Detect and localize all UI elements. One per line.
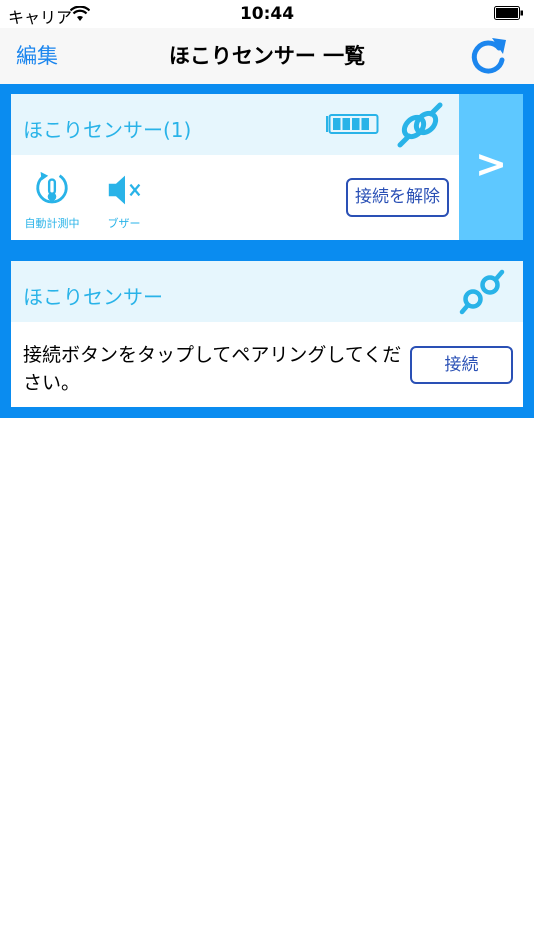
- device-list: ほこりセンサー(1) 自動計測中 ブザー 接続を解除 > ほこりセンサー 接続ボ…: [0, 84, 534, 418]
- device-detail-button[interactable]: >: [459, 94, 523, 240]
- device-name: ほこりセンサー: [23, 285, 163, 309]
- chevron-right-icon: >: [475, 142, 507, 186]
- device-card-unpaired: ほこりセンサー 接続ボタンをタップしてペアリングしてください。 接続: [11, 261, 523, 407]
- clock: 10:44: [239, 4, 295, 24]
- auto-measure-label: 自動計測中: [24, 217, 80, 230]
- disconnect-button[interactable]: 接続を解除: [346, 178, 449, 217]
- device-card-header: ほこりセンサー(1): [11, 94, 459, 155]
- navigation-bar: 編集 ほこりセンサー 一覧: [0, 28, 534, 84]
- refresh-icon[interactable]: [466, 34, 510, 78]
- buzzer-label: ブザー: [107, 217, 141, 230]
- buzzer-muted-icon[interactable]: [105, 172, 145, 208]
- device-name: ほこりセンサー(1): [23, 118, 192, 142]
- disconnected-link-icon: [459, 269, 505, 315]
- pairing-instruction: 接続ボタンをタップしてペアリングしてください。: [23, 344, 402, 394]
- connect-button[interactable]: 接続: [410, 346, 513, 384]
- device-card-connected: ほこりセンサー(1) 自動計測中 ブザー 接続を解除 >: [11, 94, 523, 240]
- auto-measure-icon[interactable]: [33, 170, 71, 208]
- connected-link-icon: [397, 102, 443, 148]
- battery-level-icon: [326, 114, 379, 134]
- device-card-header: ほこりセンサー: [11, 261, 523, 322]
- status-bar: キャリア 10:44: [0, 0, 534, 28]
- page-title: ほこりセンサー 一覧: [168, 44, 366, 68]
- battery-icon: [494, 6, 523, 20]
